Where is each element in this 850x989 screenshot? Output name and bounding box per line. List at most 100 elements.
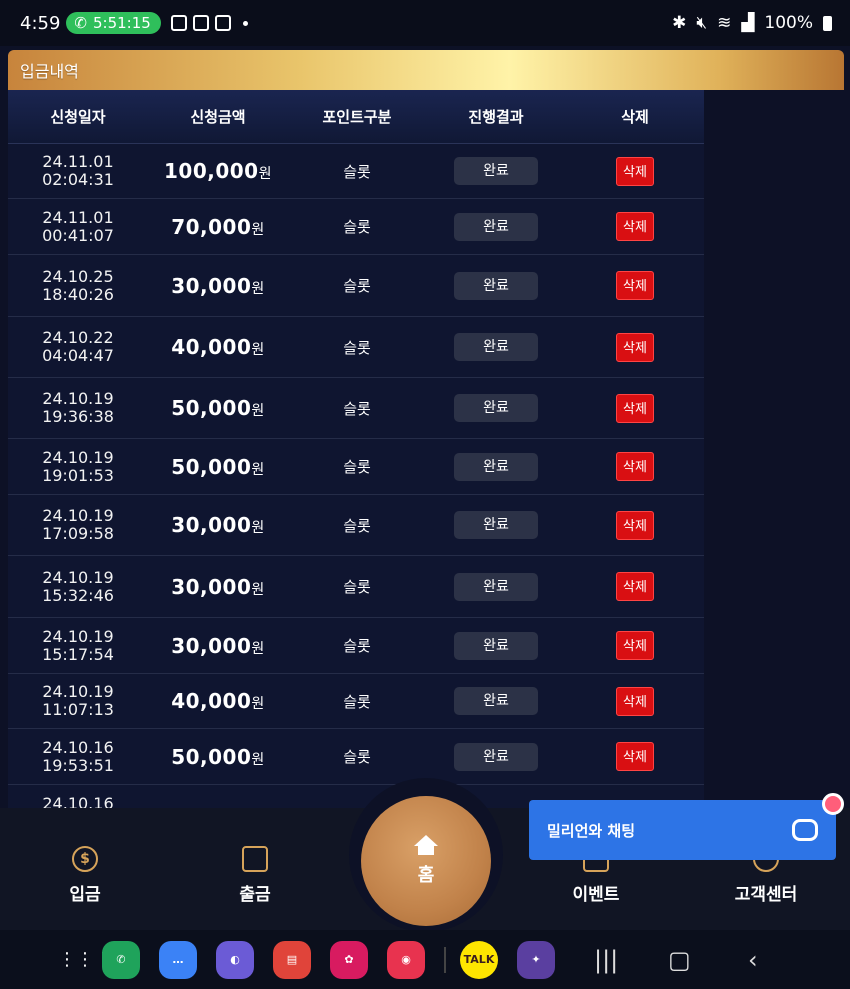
status-complete-button[interactable]: 완료 [454,271,538,300]
delete-button[interactable]: 삭제 [616,631,654,660]
delete-button[interactable]: 삭제 [616,742,654,771]
recent-apps-button[interactable]: ||| [594,946,618,974]
gallery-app-icon[interactable]: ✿ [330,940,368,979]
status-complete-button[interactable]: 완료 [454,212,538,241]
app-drawer-icon[interactable]: ⋮⋮⋮ [58,946,112,974]
status-complete-button[interactable]: 완료 [454,687,538,715]
status-right: ✱ 🔇︎ ≋ ▟ 100% [672,13,832,33]
row-amount: 40,000원 [171,335,265,359]
nav-support-label: 고객센터 [734,885,798,905]
notes-app-icon[interactable]: ▤ [273,940,311,979]
row-type: 슬롯 [343,338,371,357]
status-complete-button[interactable]: 완료 [454,631,538,660]
phone-icon: ✆ [74,14,87,32]
camera-app-icon[interactable]: ◉ [387,940,425,979]
battery-text: 100% [764,13,813,33]
row-type: 슬롯 [343,516,371,535]
header-point-type: 포인트구분 [322,108,392,126]
game-app-icon[interactable]: ✦ [517,940,555,979]
b-app-icon [192,15,209,31]
status-complete-button[interactable]: 완료 [454,333,538,361]
row-amount: 50,000원 [171,744,265,769]
row-type: 슬롯 [343,748,371,766]
bluetooth-icon: ✱ [672,13,687,33]
header-amount: 신청금액 [190,108,246,126]
back-button[interactable]: ‹ [748,946,758,974]
gallery-icon [170,15,187,31]
status-complete-button[interactable]: 완료 [454,394,538,422]
chat-notification-badge[interactable] [822,793,844,815]
row-amount: 50,000원 [171,454,265,479]
call-timer: 5:51:15 [93,14,151,32]
delete-button[interactable]: 삭제 [616,212,654,241]
table-row: 24.11.01 00:41:07 70,000원 슬롯 완료 삭제 [8,199,704,255]
row-amount: 70,000원 [171,214,265,239]
status-complete-button[interactable]: 완료 [454,452,538,481]
delete-button[interactable]: 삭제 [616,271,654,300]
delete-button[interactable]: 삭제 [616,156,654,186]
delete-button[interactable]: 삭제 [616,452,654,481]
row-amount: 40,000원 [171,689,265,713]
row-date: 24.10.16 [42,794,114,809]
kakaotalk-app-icon[interactable]: TALK [460,940,498,979]
table-row: 24.10.25 18:40:26 30,000원 슬롯 완료 삭제 [8,255,704,317]
status-complete-button[interactable]: 완료 [454,511,538,539]
row-amount: 30,000원 [171,273,265,298]
phone-app-icon[interactable]: ✆ [102,940,140,979]
delete-button[interactable]: 삭제 [616,686,654,716]
row-amount: 50,000원 [171,396,265,420]
row-date: 24.11.01 00:41:07 [42,207,114,245]
row-type: 슬롯 [343,692,371,711]
row-type: 슬롯 [343,162,371,181]
row-amount: 30,000원 [171,574,265,599]
clock: 4:59 [20,12,61,34]
call-pill[interactable]: ✆ 5:51:15 [66,12,161,34]
row-date: 24.10.19 11:07:13 [42,682,114,719]
delete-button[interactable]: 삭제 [616,572,654,601]
status-complete-button[interactable]: 완료 [454,157,538,185]
row-date: 24.10.16 19:53:51 [42,737,114,775]
status-complete-button[interactable]: 완료 [454,572,538,601]
coin-icon: $ [72,846,98,872]
table-row: 24.10.19 19:36:38 50,000원 슬롯 완료 삭제 [8,378,704,439]
table-row: 24.10.22 04:04:47 40,000원 슬롯 완료 삭제 [8,317,704,378]
row-date: 24.10.19 19:36:38 [42,389,114,426]
calendar-icon [214,15,231,31]
table-row: 24.10.19 15:32:46 30,000원 슬롯 완료 삭제 [8,556,704,618]
battery-icon [823,15,832,31]
row-type: 슬롯 [343,399,371,418]
deposit-history-table[interactable]: 신청일자 신청금액 포인트구분 진행결과 삭제 24.11.01 02:04:3… [8,90,704,808]
table-row: 24.10.19 11:07:13 40,000원 슬롯 완료 삭제 [8,674,704,729]
row-date: 24.10.19 15:17:54 [42,626,114,664]
home-button[interactable]: 홈 [361,796,491,926]
status-complete-button[interactable]: 완료 [454,742,538,771]
row-amount: 30,000원 [171,633,265,658]
row-date: 24.10.22 04:04:47 [42,328,114,365]
row-date: 24.10.19 17:09:58 [42,506,114,543]
nav-deposit-label: 입금 [69,885,101,905]
nav-event-label: 이벤트 [572,885,620,905]
home-system-button[interactable]: ▢ [668,946,691,974]
mute-icon: 🔇︎ [696,13,708,33]
section-title: 입금내역 [20,62,79,81]
messages-app-icon[interactable]: … [159,940,197,979]
table-header: 신청일자 신청금액 포인트구분 진행결과 삭제 [8,90,704,144]
internet-app-icon[interactable]: ◐ [216,940,254,979]
nav-withdraw[interactable]: 출금 [195,846,315,905]
chat-widget[interactable]: 밀리언와 채팅 [529,800,836,860]
table-row: 24.10.19 15:17:54 30,000원 슬롯 완료 삭제 [8,618,704,674]
row-type: 슬롯 [343,637,371,655]
delete-button[interactable]: 삭제 [616,332,654,362]
row-date: 24.10.19 19:01:53 [42,447,114,485]
delete-button[interactable]: 삭제 [616,510,654,540]
dock-separator [444,946,446,973]
row-date: 24.11.01 02:04:31 [42,152,114,189]
home-icon [414,835,438,857]
row-date: 24.10.19 15:32:46 [42,567,114,605]
nav-deposit[interactable]: $ 입금 [25,846,145,905]
status-bar: 4:59 ✆ 5:51:15 ✱ 🔇︎ ≋ ▟ 100% [0,0,850,46]
chat-bubble-icon [792,819,818,841]
delete-button[interactable]: 삭제 [616,393,654,423]
section-header: 입금내역 [8,50,844,90]
row-type: 슬롯 [343,218,371,236]
